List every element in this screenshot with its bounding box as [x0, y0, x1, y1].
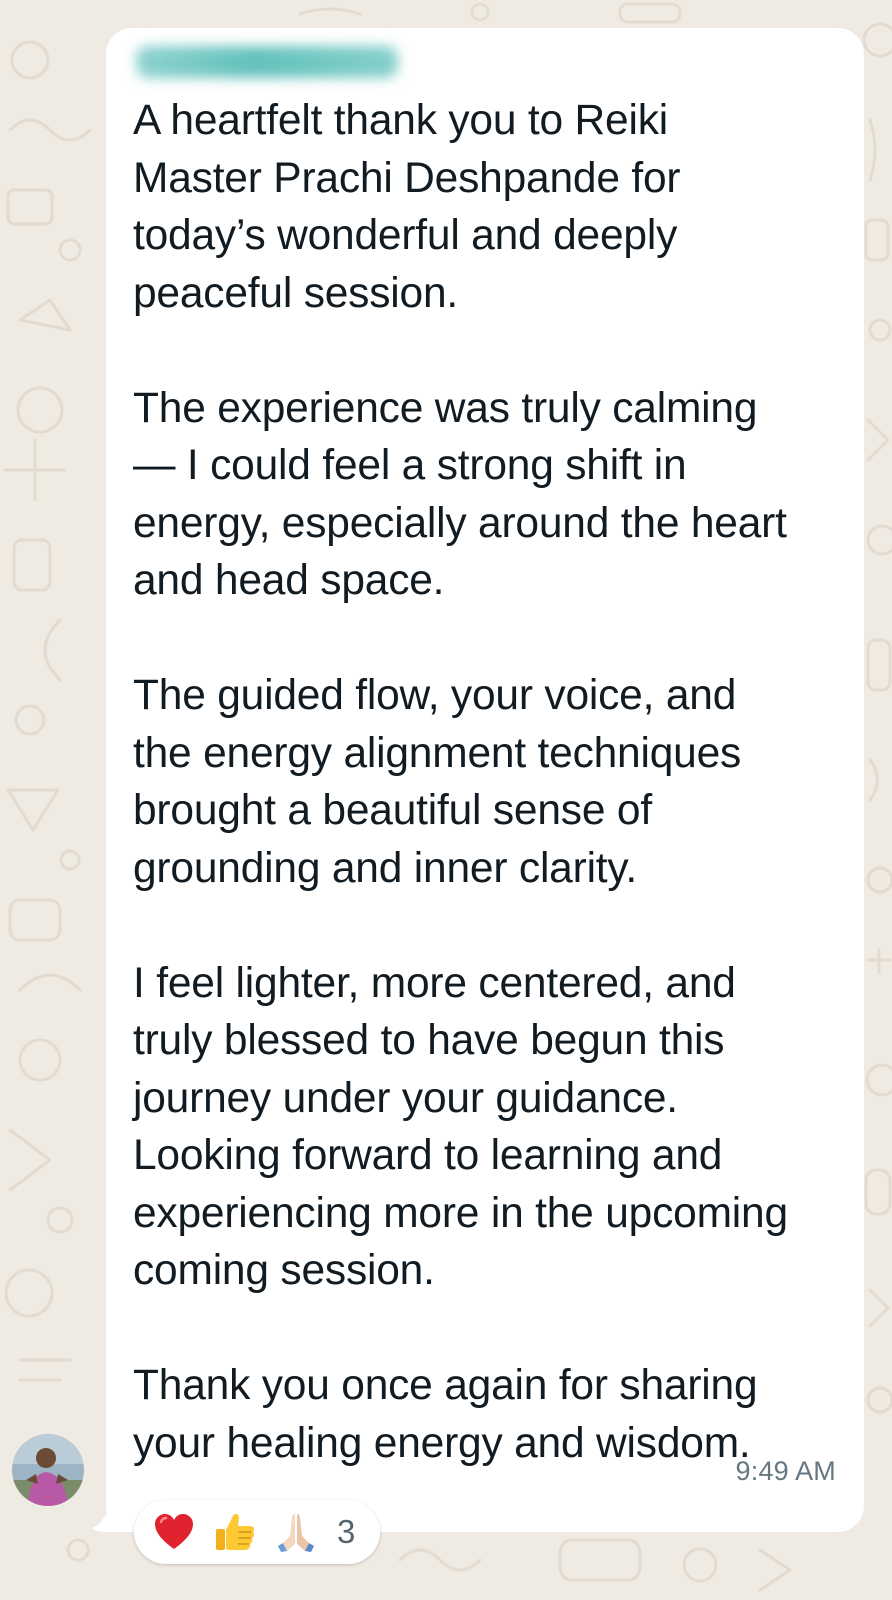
message-line: experiencing more in the upcoming [133, 1189, 788, 1237]
sender-avatar[interactable] [12, 1434, 84, 1506]
message-bubble[interactable]: A heartfelt thank you to Reiki Master Pr… [106, 28, 864, 1532]
message-line: Master Prachi Deshpande for [133, 154, 681, 202]
message-line: Looking forward to learning and [133, 1132, 723, 1179]
message-paragraph: Thank you once again for sharing your he… [133, 1357, 845, 1472]
message-line: energy, especially around the heart [133, 499, 787, 547]
message-paragraph: I feel lighter, more centered, and truly… [133, 955, 845, 1300]
message-line: A heartfelt thank you to Reiki [133, 97, 669, 144]
message-line: The experience was truly calming [133, 384, 758, 432]
message-paragraph: A heartfelt thank you to Reiki Master Pr… [133, 92, 845, 322]
folded-hands-icon [278, 1514, 314, 1552]
message-line: today’s wonderful and deeply [133, 212, 678, 259]
message-line: grounding and inner clarity. [133, 844, 637, 892]
message-text: A heartfelt thank you to Reiki Master Pr… [133, 92, 845, 1472]
sender-name[interactable] [136, 46, 398, 78]
message-line: truly blessed to have begun this [133, 1017, 725, 1064]
message-line: coming session. [133, 1247, 435, 1294]
message-line: Thank you once again for sharing [133, 1362, 758, 1409]
message-line: peaceful session. [133, 269, 458, 317]
message-paragraph: The experience was truly calming — I cou… [133, 380, 845, 610]
red-heart-icon [155, 1514, 193, 1549]
avatar-photo [12, 1434, 84, 1506]
message-line: journey under your guidance. [133, 1074, 678, 1122]
message-line: and head space. [133, 557, 445, 604]
message-line: I feel lighter, more centered, and [133, 959, 736, 1007]
message-paragraph: The guided flow, your voice, and the ene… [133, 667, 845, 897]
reaction-count: 3 [337, 1513, 356, 1550]
message-line: The guided flow, your voice, and [133, 672, 737, 719]
message-line: brought a beautiful sense of [133, 787, 652, 834]
message-timestamp: 9:49 AM [735, 1456, 836, 1486]
thumbs-up-icon [216, 1513, 255, 1550]
message-line: the energy alignment techniques [133, 729, 742, 777]
message-line: — I could feel a strong shift in [133, 442, 687, 489]
reactions-pill[interactable]: 3 [134, 1500, 380, 1564]
